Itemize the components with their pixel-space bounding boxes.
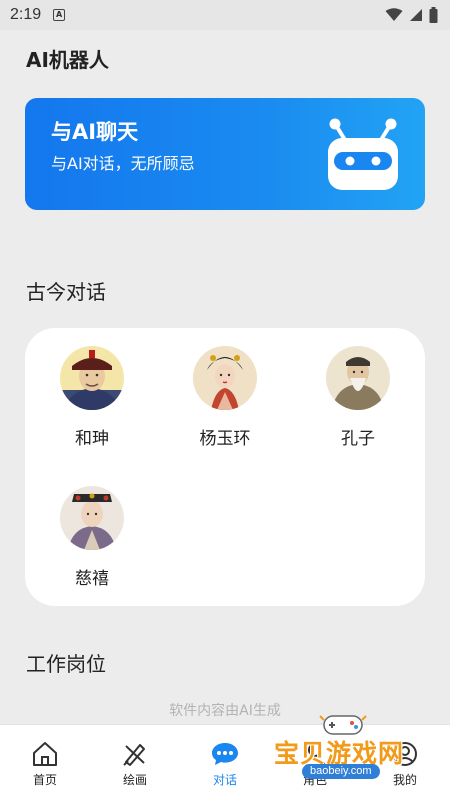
status-bar: 2:19 A <box>0 0 450 30</box>
character-name: 慈禧 <box>75 569 109 589</box>
confucius-avatar <box>326 346 390 410</box>
character-item-confucius[interactable]: 孔子 <box>298 346 418 449</box>
character-item-yang-yuhuan[interactable]: 杨玉环 <box>165 346 285 449</box>
brush-icon <box>123 744 145 766</box>
yang-yuhuan-avatar <box>193 346 257 410</box>
nav-chat-label: 对话 <box>212 773 237 787</box>
character-name: 杨玉环 <box>199 429 251 449</box>
user-icon <box>393 742 417 766</box>
nav-chat[interactable]: 对话 <box>190 741 260 788</box>
signal-icon <box>410 9 422 21</box>
nav-role-label: 角色 <box>302 773 327 787</box>
chat-icon <box>212 743 238 765</box>
cixi-avatar <box>60 486 124 550</box>
nav-home[interactable]: 首页 <box>10 741 80 788</box>
notification-icon: A <box>53 9 66 21</box>
chat-card-title: 与AI聊天 <box>51 120 139 144</box>
nav-mine-label: 我的 <box>392 773 417 787</box>
ai-disclaimer: 软件内容由AI生成 <box>169 703 281 719</box>
character-name: 孔子 <box>341 429 375 449</box>
nav-home-label: 首页 <box>32 773 57 787</box>
character-card: 和珅 杨玉环 孔子 慈禧 <box>25 328 425 606</box>
character-item-cixi[interactable]: 慈禧 <box>32 486 152 589</box>
heshen-avatar <box>60 346 124 410</box>
chat-with-ai-card[interactable]: 与AI聊天 与AI对话，无所顾忌 <box>25 98 425 210</box>
nav-role[interactable]: 角色 <box>280 741 350 788</box>
bottom-nav: 首页 绘画 对话 角色 我的 <box>0 724 450 800</box>
status-time: 2:19 <box>10 6 42 23</box>
role-icon <box>304 743 326 766</box>
character-name: 和珅 <box>75 429 109 449</box>
nav-paint-label: 绘画 <box>122 773 147 787</box>
nav-mine[interactable]: 我的 <box>370 741 440 788</box>
section-title-ancient: 古今对话 <box>26 280 106 304</box>
page-title: AI机器人 <box>26 48 109 72</box>
status-icons <box>385 7 438 23</box>
wifi-icon <box>385 8 403 21</box>
section-title-jobs: 工作岗位 <box>26 652 106 676</box>
character-item-heshen[interactable]: 和珅 <box>32 346 152 449</box>
chat-card-subtitle: 与AI对话，无所顾忌 <box>51 154 195 173</box>
robot-icon <box>328 118 398 190</box>
battery-icon <box>429 7 438 23</box>
home-icon <box>33 742 57 766</box>
nav-paint[interactable]: 绘画 <box>100 741 170 788</box>
